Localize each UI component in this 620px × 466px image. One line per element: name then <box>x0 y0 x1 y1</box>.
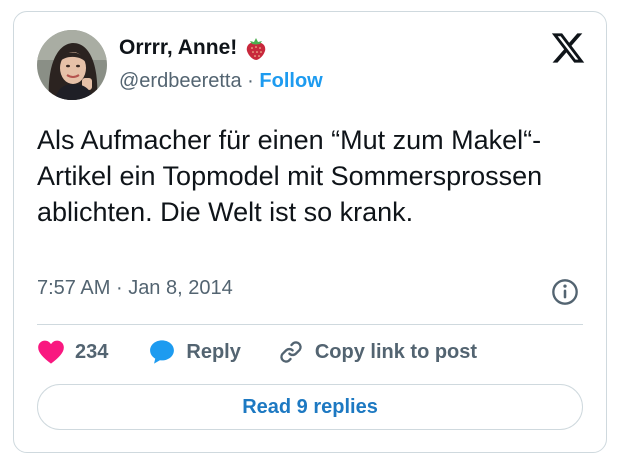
read-replies-button[interactable]: Read 9 replies <box>37 384 583 430</box>
x-logo-icon[interactable] <box>550 30 586 66</box>
like-count: 234 <box>75 340 109 363</box>
tweet-date[interactable]: Jan 8, 2014 <box>128 277 233 299</box>
action-bar: 234 Reply Copy link to post <box>37 337 477 367</box>
reply-bubble-icon <box>150 340 175 364</box>
reply-button[interactable]: Reply <box>148 338 241 366</box>
heart-icon <box>38 340 64 364</box>
meta-separator: · <box>115 277 123 299</box>
avatar-image <box>37 30 107 100</box>
reply-label: Reply <box>186 340 241 363</box>
tweet-card: Orrrr, Anne! @erdbeeretta · Follow Als A… <box>13 11 607 453</box>
copy-link-label: Copy link to post <box>314 340 478 363</box>
tweet-text: Als Aufmacher für einen “Mut zum Makel“-… <box>37 125 543 227</box>
like-button[interactable]: 234 <box>37 339 108 365</box>
tweet-time[interactable]: 7:57 AM <box>37 277 110 299</box>
display-name[interactable]: Orrrr, Anne! <box>119 35 267 61</box>
handle-separator: · <box>247 70 254 92</box>
follow-button[interactable]: Follow <box>259 70 322 92</box>
copy-link-button[interactable]: Copy link to post <box>277 338 477 366</box>
info-icon[interactable] <box>551 278 579 306</box>
divider <box>37 324 583 325</box>
tweet-meta: 7:57 AM · Jan 8, 2014 <box>37 277 233 300</box>
handle-row: @erdbeeretta · Follow <box>119 70 323 93</box>
handle[interactable]: @erdbeeretta <box>119 70 242 92</box>
display-name-text: Orrrr, Anne! <box>119 36 238 59</box>
avatar[interactable] <box>37 30 107 100</box>
strawberry-icon <box>247 38 266 60</box>
link-icon <box>280 341 302 363</box>
